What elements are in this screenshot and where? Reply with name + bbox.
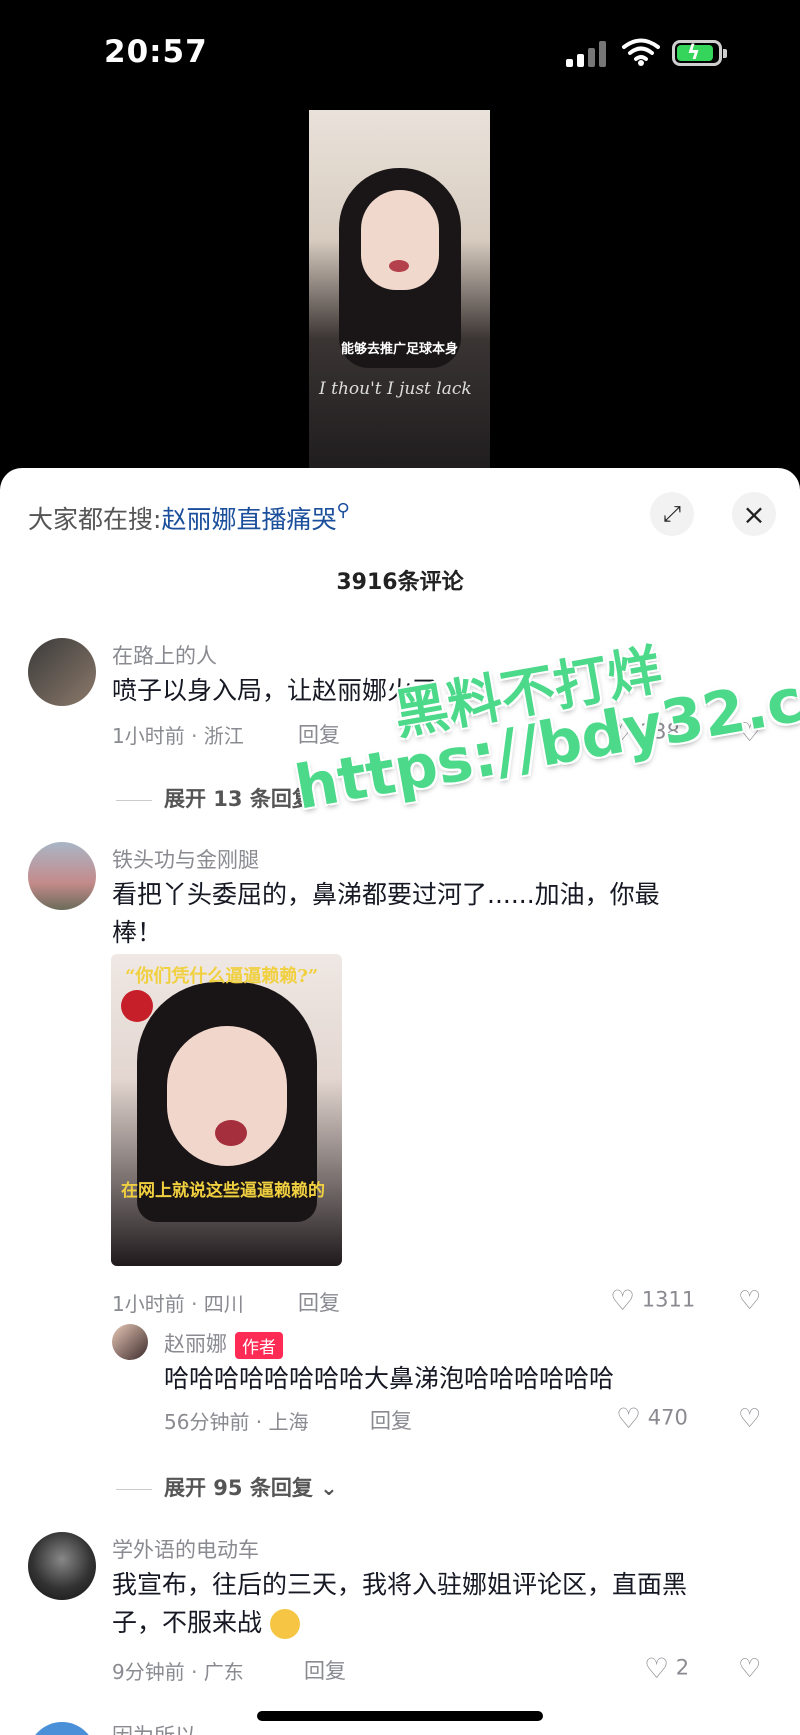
comment-text-line: 看把丫头委屈的，鼻涕都要过河了......加油，你最 [112,880,660,909]
comment-text-line-content: 子，不服来战 [112,1608,263,1637]
image-title: “你们凭什么逼逼赖赖?” [125,966,319,987]
expand-replies-label: 展开 13 条回复 [164,787,313,811]
image-subtitle: 在网上就说这些逼逼赖赖的 [121,1181,325,1201]
signal-icon [566,41,608,67]
comment-count: 3916条评论 [336,570,464,595]
comment-text: 我宣布，往后的三天，我将入驻娜姐评论区，直面黑 子，不服来战 [112,1566,687,1642]
reply-meta: 56分钟前 · 上海 [164,1410,309,1434]
reply-username[interactable]: 赵丽娜 作者 [164,1328,283,1359]
reply-button[interactable]: 回复 [298,719,340,749]
avatar[interactable] [28,842,96,910]
reply-button[interactable]: 回复 [370,1405,412,1435]
status-time: 20:57 [104,34,208,70]
comment-username[interactable]: 铁头功与金刚腿 [112,844,259,874]
heart-icon: ♡ [644,1652,670,1685]
comment-username[interactable]: 在路上的人 [112,640,217,670]
like-button[interactable]: ♡ 1311 [610,1284,695,1317]
heart-icon: ♡ [610,1284,636,1317]
battery-icon: ϟ [672,40,727,66]
avatar[interactable] [112,1324,148,1360]
avatar[interactable] [28,1532,96,1600]
like-button[interactable]: ♡ 470 [616,1402,688,1435]
author-badge: 作者 [235,1331,283,1359]
reply-button[interactable]: 回复 [298,1287,340,1317]
heart-icon: ♡ [616,1402,642,1435]
comment-sheet: 大家都在搜:赵丽娜直播痛哭⚲ ⤢ × 3916条评论 在路上的人 喷子以身入局，… [0,468,800,1735]
expand-icon[interactable]: ⤢ [650,492,694,536]
trending-search[interactable]: 大家都在搜:赵丽娜直播痛哭⚲ [28,500,350,536]
reply-button[interactable]: 回复 [304,1655,346,1685]
thinking-emoji-icon [269,1609,300,1639]
channel-logo [121,990,153,1022]
search-prefix: 大家都在搜: [28,505,162,534]
comment-username[interactable]: 因为所以 [112,1720,196,1735]
video-caption: 能够去推广足球本身 [340,342,458,357]
comment-meta: 9分钟前 · 广东 [112,1660,244,1684]
like-count: 2 [675,1655,690,1680]
chevron-down-icon: ⌄ [320,1476,338,1500]
comment-text: 看把丫头委屈的，鼻涕都要过河了......加油，你最 棒！ [112,876,660,952]
home-indicator[interactable] [257,1711,543,1721]
wifi-icon [622,38,660,66]
reply-text: 哈哈哈哈哈哈哈哈大鼻涕泡哈哈哈哈哈哈 [164,1364,615,1393]
avatar[interactable] [28,638,96,706]
expand-replies-button[interactable]: 展开 95 条回复 ⌄ [116,1472,338,1502]
close-icon[interactable]: × [732,492,776,536]
comment-image[interactable]: “你们凭什么逼逼赖赖?” 在网上就说这些逼逼赖赖的 [111,954,342,1266]
comment-text-line: 棒！ [112,918,163,947]
search-icon[interactable]: ⚲ [336,500,349,521]
avatar[interactable] [28,1722,96,1735]
status-bar: 20:57 ϟ [0,0,800,100]
shirt-text: I thou't I just lack [319,379,472,399]
comment-meta: 1小时前 · 四川 [112,1292,244,1316]
video-area[interactable]: 能够去推广足球本身 I thou't I just lack [0,100,800,480]
dislike-icon[interactable]: ♡ [738,1286,761,1316]
expand-replies-label: 展开 95 条回复 [164,1476,313,1500]
like-count: 1311 [641,1287,696,1312]
comment-text-line: 我宣布，往后的三天，我将入驻娜姐评论区，直面黑 [112,1570,688,1599]
comment-username[interactable]: 学外语的电动车 [112,1534,259,1564]
comment-text-line: 子，不服来战 [112,1604,687,1642]
search-keyword-link[interactable]: 赵丽娜直播痛哭 [161,505,336,534]
like-button[interactable]: ♡ 2 [644,1652,689,1685]
like-count: 470 [647,1405,688,1430]
dislike-icon[interactable]: ♡ [738,1404,761,1434]
video-player[interactable]: 能够去推广足球本身 I thou't I just lack [309,110,490,480]
reply-username-text: 赵丽娜 [164,1332,227,1356]
dislike-icon[interactable]: ♡ [738,1654,761,1684]
comment-meta: 1小时前 · 浙江 [112,724,244,748]
